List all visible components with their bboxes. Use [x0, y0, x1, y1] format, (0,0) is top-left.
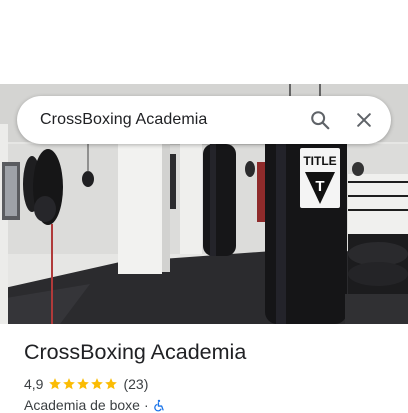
- star-icon: [49, 378, 62, 390]
- top-blank-area: [0, 0, 408, 84]
- search-input[interactable]: CrossBoxing Academia: [40, 111, 298, 129]
- bag-brand-text: TITLE: [303, 154, 336, 168]
- search-button[interactable]: [298, 98, 342, 142]
- star-icon: [105, 378, 118, 390]
- rating-row[interactable]: 4,9 (23): [24, 375, 148, 393]
- star-rating: [48, 377, 118, 391]
- review-count[interactable]: (23): [123, 376, 148, 392]
- clear-search-button[interactable]: [342, 98, 386, 142]
- wheelchair-accessible-icon: [153, 399, 164, 411]
- separator-dot: ·: [143, 397, 149, 413]
- rating-value: 4,9: [24, 376, 44, 392]
- star-icon: [91, 378, 104, 390]
- place-category[interactable]: Academia de boxe: [24, 397, 140, 413]
- place-title: CrossBoxing Academia: [24, 340, 247, 364]
- star-icon: [77, 378, 90, 390]
- search-icon: [311, 111, 330, 130]
- search-bar[interactable]: CrossBoxing Academia: [17, 96, 391, 144]
- star-icon: [63, 378, 76, 390]
- category-row: Academia de boxe ·: [24, 397, 166, 413]
- bag-logo-letter: T: [315, 178, 324, 195]
- close-icon: [357, 113, 371, 127]
